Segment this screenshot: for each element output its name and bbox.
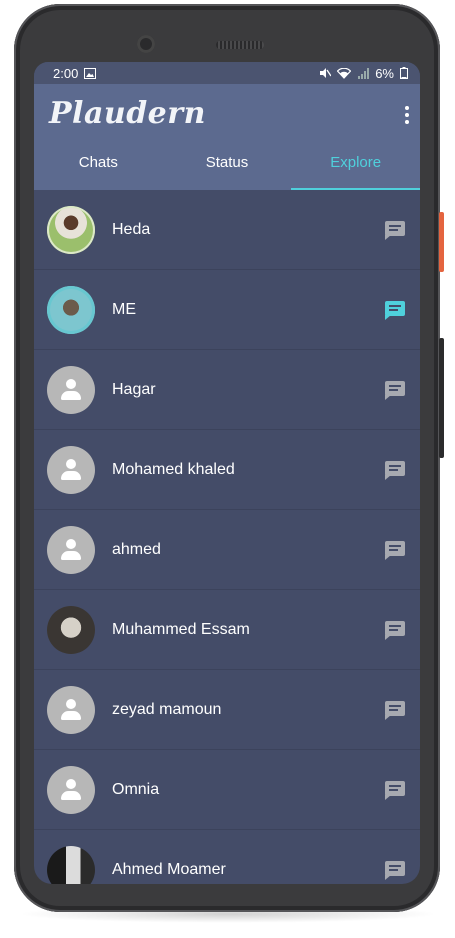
- contact-row[interactable]: ahmed: [34, 510, 420, 590]
- contact-name: Heda: [112, 220, 151, 238]
- avatar: [47, 605, 95, 654]
- contact-name: zeyad mamoun: [112, 700, 222, 718]
- contact-row[interactable]: ME: [34, 270, 420, 350]
- message-icon[interactable]: [385, 220, 405, 240]
- tab-explore[interactable]: Explore: [291, 140, 420, 190]
- overflow-menu-icon[interactable]: [402, 106, 412, 126]
- app-bar: Plaudern Chats Status Explore: [34, 84, 420, 190]
- default-avatar: [47, 765, 95, 814]
- message-icon[interactable]: [385, 540, 405, 560]
- gallery-icon: [84, 67, 97, 79]
- person-icon: [59, 538, 83, 561]
- message-icon[interactable]: [385, 620, 405, 640]
- message-icon[interactable]: [385, 860, 405, 880]
- power-button: [439, 212, 444, 272]
- front-camera: [137, 35, 155, 53]
- default-avatar: [47, 365, 95, 414]
- contact-row[interactable]: Heda: [34, 190, 420, 270]
- contact-name: Mohamed khaled: [112, 460, 235, 478]
- default-avatar: [47, 525, 95, 574]
- mute-icon: [320, 68, 332, 78]
- app-screen: 2:00 6% Plaudern Chats Status Explore He…: [34, 62, 420, 884]
- battery-icon: [400, 67, 408, 79]
- contact-name: Ahmed Moamer: [112, 860, 226, 878]
- message-icon[interactable]: [385, 780, 405, 800]
- message-icon[interactable]: [385, 460, 405, 480]
- message-icon[interactable]: [385, 380, 405, 400]
- person-icon: [59, 378, 83, 401]
- contact-row[interactable]: zeyad mamoun: [34, 670, 420, 750]
- contact-name: Muhammed Essam: [112, 620, 250, 638]
- status-time: 2:00: [53, 65, 79, 81]
- person-icon: [59, 778, 83, 801]
- contact-name: ahmed: [112, 540, 161, 558]
- tab-chats[interactable]: Chats: [34, 140, 163, 190]
- contact-row[interactable]: Omnia: [34, 750, 420, 830]
- contact-name: ME: [112, 300, 136, 318]
- status-bar: 2:00 6%: [34, 62, 420, 84]
- app-title: Plaudern: [49, 96, 206, 131]
- avatar: [47, 845, 95, 884]
- contact-name: Omnia: [112, 780, 160, 798]
- contact-row[interactable]: Mohamed khaled: [34, 430, 420, 510]
- wifi-icon: [337, 67, 352, 79]
- avatar: [47, 205, 95, 254]
- person-icon: [59, 458, 83, 481]
- contact-row[interactable]: Muhammed Essam: [34, 590, 420, 670]
- default-avatar: [47, 445, 95, 494]
- earpiece-speaker: [216, 41, 264, 49]
- contact-list: Heda ME Hagar Mohamed khaled ahmed Muham…: [34, 190, 420, 884]
- signal-icon: [358, 67, 370, 79]
- message-icon[interactable]: [385, 300, 405, 320]
- tab-bar: Chats Status Explore: [34, 140, 420, 190]
- volume-button: [439, 338, 444, 458]
- tab-status[interactable]: Status: [163, 140, 292, 190]
- contact-name: Hagar: [112, 380, 156, 398]
- default-avatar: [47, 685, 95, 734]
- person-icon: [59, 698, 83, 721]
- contact-row[interactable]: Hagar: [34, 350, 420, 430]
- avatar: [47, 285, 95, 334]
- battery-percent: 6%: [375, 65, 394, 81]
- message-icon[interactable]: [385, 700, 405, 720]
- contact-row[interactable]: Ahmed Moamer: [34, 830, 420, 884]
